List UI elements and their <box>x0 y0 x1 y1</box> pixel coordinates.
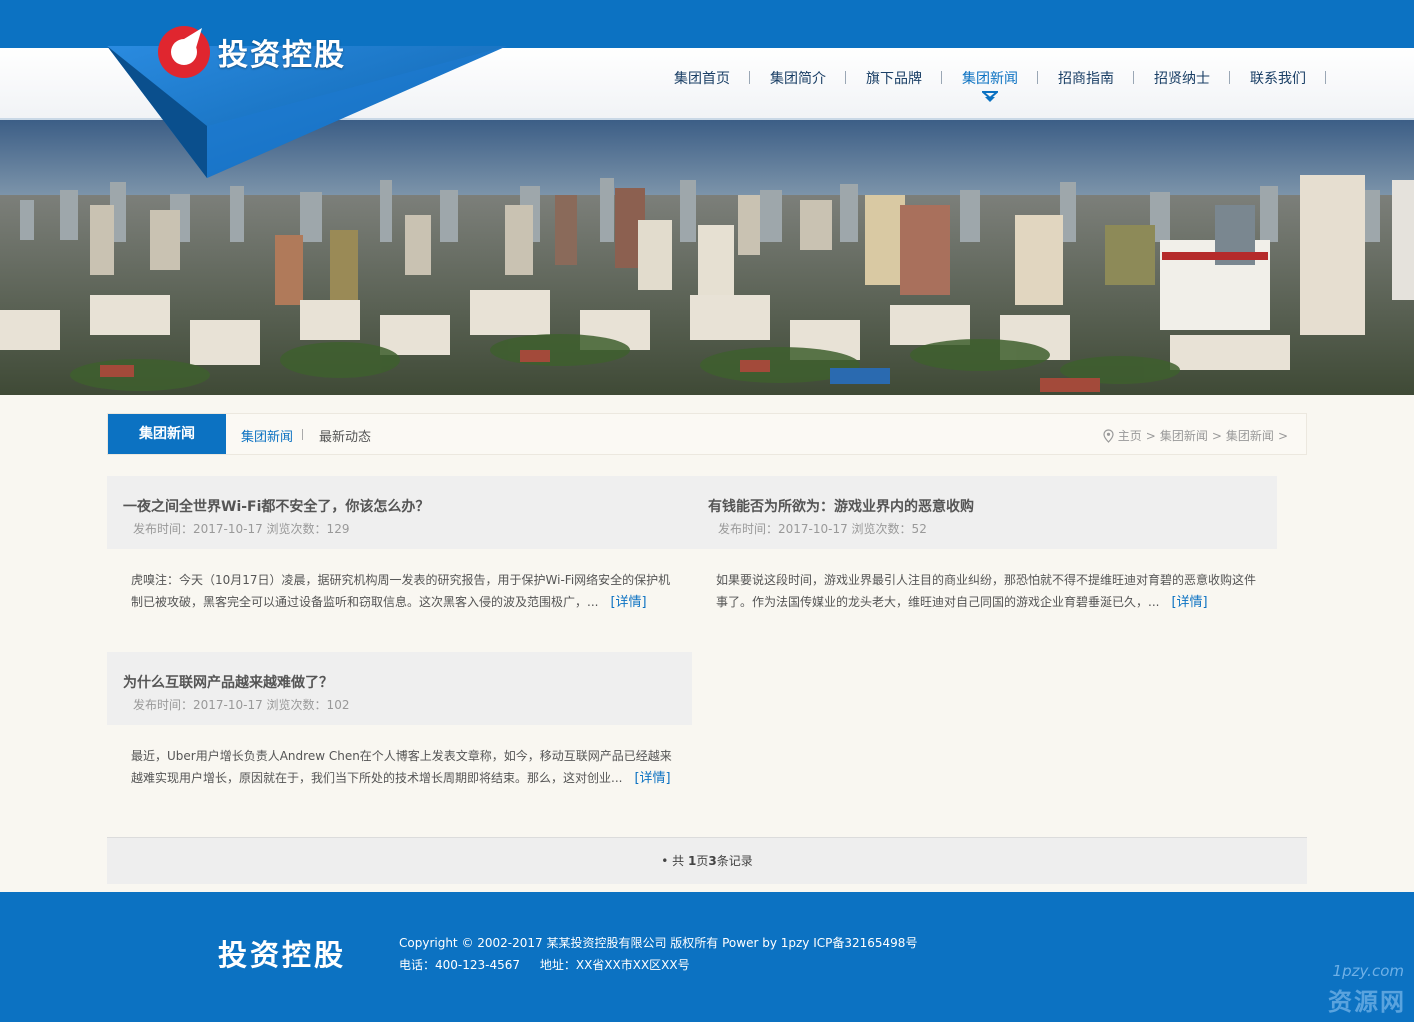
pagination: • 共 1页3条记录 <box>107 837 1307 884</box>
pager-suffix: 条记录 <box>716 854 753 868</box>
news-meta: 发布时间：2017-10-17 浏览次数：102 <box>133 698 350 712</box>
pager-prefix: 共 <box>672 854 688 868</box>
logo-text[interactable]: 投资控股 <box>218 30 346 74</box>
news-title[interactable]: 有钱能否为所欲为：游戏业界内的恶意收购 <box>708 496 974 516</box>
nav-item-home[interactable]: 集团首页 <box>654 68 750 88</box>
news-item: 为什么互联网产品越来越难做了？ 发布时间：2017-10-17 浏览次数：102… <box>107 652 692 790</box>
pager-records: 3 <box>708 854 717 868</box>
nav-item-contact[interactable]: 联系我们 <box>1230 68 1326 88</box>
news-summary: 如果要说这段时间，游戏业界最引人注目的商业纠纷，那恐怕就不得不提维旺迪对育碧的恶… <box>692 549 1277 614</box>
news-summary: 虎嗅注：今天（10月17日）凌晨，据研究机构周一发表的研究报告，用于保护Wi-F… <box>107 549 692 614</box>
breadcrumb-news[interactable]: 集团新闻 <box>1160 427 1208 444</box>
footer-copyright: Copyright © 2002-2017 某某投资控股有限公司 版权所有 Po… <box>399 936 918 950</box>
breadcrumb-home[interactable]: 主页 <box>1118 427 1142 444</box>
subtab-group-news[interactable]: 集团新闻 <box>241 426 293 445</box>
nav-item-news-label: 集团新闻 <box>962 71 1018 87</box>
nav-item-brands[interactable]: 旗下品牌 <box>846 68 942 88</box>
bullet-icon: • <box>661 854 669 868</box>
footer: 投资控股 Copyright © 2002-2017 某某投资控股有限公司 版权… <box>0 892 1414 1022</box>
breadcrumb-separator: > <box>1277 428 1288 443</box>
watermark-text: 资源网 <box>1328 988 1406 1016</box>
main-nav: 集团首页 集团简介 旗下品牌 集团新闻 招商指南 招贤纳士 联系我们 <box>654 68 1326 102</box>
news-title[interactable]: 为什么互联网产品越来越难做了？ <box>123 672 333 692</box>
news-item-header: 有钱能否为所欲为：游戏业界内的恶意收购 发布时间：2017-10-17 浏览次数… <box>692 476 1277 549</box>
section-tabbar: 集团新闻 集团新闻 最新动态 主页 > 集团新闻 > 集团新闻 > <box>107 413 1307 455</box>
news-item: 一夜之间全世界Wi-Fi都不安全了，你该怎么办？ 发布时间：2017-10-17… <box>107 476 692 614</box>
footer-address: 地址：XX省XX市XX区XX号 <box>539 958 690 972</box>
nav-item-investment[interactable]: 招商指南 <box>1038 68 1134 88</box>
subtab-divider <box>302 429 303 440</box>
nav-item-news[interactable]: 集团新闻 <box>942 68 1038 102</box>
footer-logo[interactable]: 投资控股 <box>218 932 346 974</box>
news-item: 有钱能否为所欲为：游戏业界内的恶意收购 发布时间：2017-10-17 浏览次数… <box>692 476 1277 614</box>
section-title-tab[interactable]: 集团新闻 <box>108 414 226 454</box>
news-summary-text: 虎嗅注：今天（10月17日）凌晨，据研究机构周一发表的研究报告，用于保护Wi-F… <box>131 573 671 609</box>
watermark-url: 1pzy.com <box>1332 962 1404 980</box>
breadcrumb-separator: > <box>1145 428 1156 443</box>
news-title[interactable]: 一夜之间全世界Wi-Fi都不安全了，你该怎么办？ <box>123 496 429 516</box>
location-pin-icon <box>1103 428 1114 443</box>
news-meta: 发布时间：2017-10-17 浏览次数：52 <box>718 522 927 536</box>
news-summary: 最近，Uber用户增长负责人Andrew Chen在个人博客上发表文章称，如今，… <box>107 725 692 790</box>
nav-item-about[interactable]: 集团简介 <box>750 68 846 88</box>
breadcrumb-separator: > <box>1211 428 1222 443</box>
nav-item-careers[interactable]: 招贤纳士 <box>1134 68 1230 88</box>
subtab-latest[interactable]: 最新动态 <box>319 426 371 445</box>
pager-mid: 页 <box>696 854 709 868</box>
footer-phone: 电话：400-123-4567 <box>399 958 521 972</box>
news-summary-text: 最近，Uber用户增长负责人Andrew Chen在个人博客上发表文章称，如今，… <box>131 749 672 785</box>
news-more-link[interactable]: [详情] <box>610 595 646 610</box>
news-item-header: 一夜之间全世界Wi-Fi都不安全了，你该怎么办？ 发布时间：2017-10-17… <box>107 476 692 549</box>
breadcrumb: 主页 > 集团新闻 > 集团新闻 > <box>1103 427 1288 444</box>
logo-icon[interactable] <box>156 24 212 80</box>
news-item-header: 为什么互联网产品越来越难做了？ 发布时间：2017-10-17 浏览次数：102 <box>107 652 692 725</box>
active-indicator-icon <box>982 91 998 102</box>
footer-info: Copyright © 2002-2017 某某投资控股有限公司 版权所有 Po… <box>399 932 917 976</box>
news-more-link[interactable]: [详情] <box>634 771 670 786</box>
news-meta: 发布时间：2017-10-17 浏览次数：129 <box>133 522 350 536</box>
breadcrumb-current[interactable]: 集团新闻 <box>1226 427 1274 444</box>
news-more-link[interactable]: [详情] <box>1171 595 1207 610</box>
top-bar <box>0 0 1414 48</box>
